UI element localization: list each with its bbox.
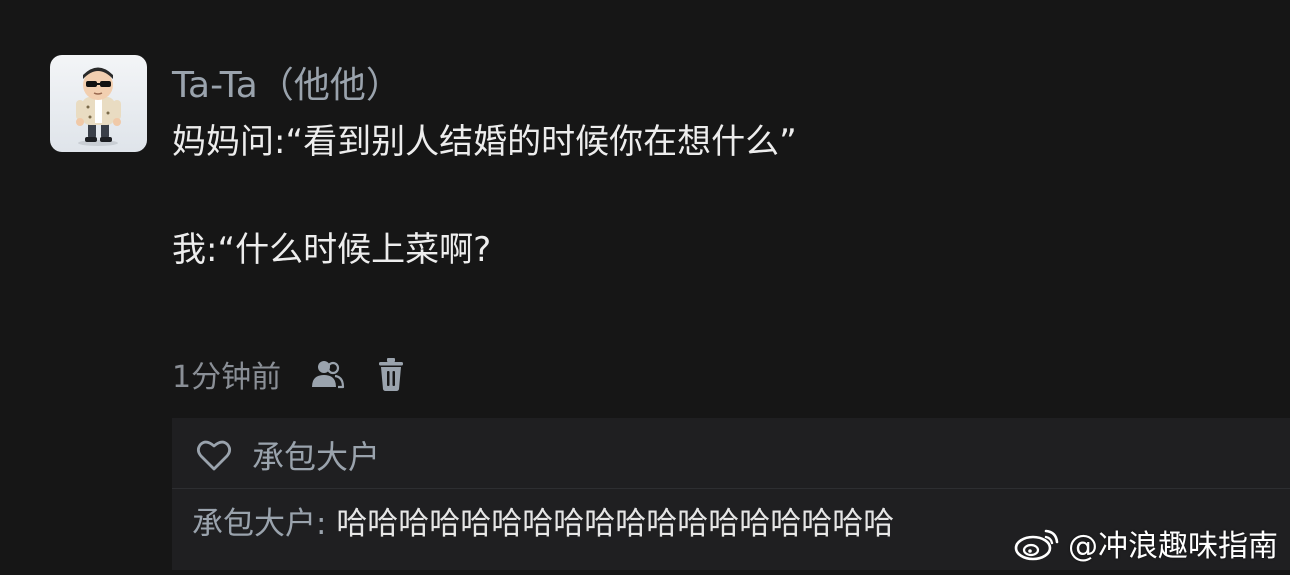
trash-icon[interactable] (371, 354, 411, 394)
reply-separator: : (316, 506, 337, 542)
post-timestamp: 1分钟前 (172, 360, 282, 395)
author-name[interactable]: Ta-Ta（他他） (172, 62, 402, 110)
likes-row: 承包大户 (194, 431, 380, 479)
reply-comment: 承包大户: 哈哈哈哈哈哈哈哈哈哈哈哈哈哈哈哈哈哈 (192, 502, 894, 546)
watermark-text: @冲浪趣味指南 (1068, 529, 1278, 564)
watermark: @冲浪趣味指南 (1012, 519, 1278, 567)
post-card: Ta-Ta（他他） 妈妈问:“看到别人结婚的时候你在想什么” 我:“什么时候上菜… (0, 0, 1290, 575)
post-meta: 1分钟前 (172, 350, 435, 398)
post-text-line-1: 妈妈问:“看到别人结婚的时候你在想什么” (172, 122, 797, 162)
avatar-figure-icon (76, 67, 121, 146)
post-text-line-2: 我:“什么时候上菜啊? (172, 230, 492, 270)
heart-icon[interactable] (194, 435, 234, 475)
liker-name[interactable]: 承包大户 (252, 432, 380, 478)
weibo-logo-icon (1012, 523, 1062, 563)
avatar[interactable] (50, 55, 147, 152)
people-icon[interactable] (307, 354, 347, 394)
reply-author[interactable]: 承包大户 (192, 506, 316, 542)
divider (172, 488, 1290, 489)
reply-text: 哈哈哈哈哈哈哈哈哈哈哈哈哈哈哈哈哈哈 (336, 506, 895, 542)
